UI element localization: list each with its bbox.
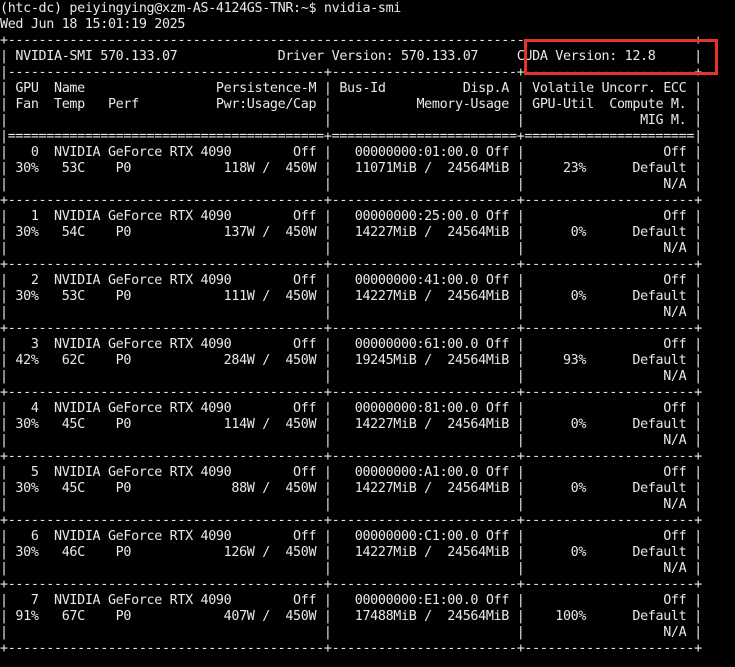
table-header-row: | Fan Temp Perf Pwr:Usage/Cap | Memory-U… [0, 97, 702, 112]
cuda-version-highlight-box [524, 39, 718, 75]
table-border: +---------------------------------------… [0, 513, 702, 528]
gpu-0-row-3: | | | N/A | [0, 177, 702, 192]
gpu-1-row-1: | 1 NVIDIA GeForce RTX 4090 Off | 000000… [0, 209, 702, 224]
table-header-separator: |=======================================… [0, 129, 702, 144]
gpu-3-row-2: | 42% 62C P0 284W / 450W | 19245MiB / 24… [0, 353, 702, 368]
gpu-7-row-3: | | | N/A | [0, 625, 702, 640]
gpu-2-row-2: | 30% 53C P0 111W / 450W | 14227MiB / 24… [0, 289, 702, 304]
gpu-7-row-1: | 7 NVIDIA GeForce RTX 4090 Off | 000000… [0, 593, 702, 608]
terminal-line-date: Wed Jun 18 15:01:19 2025 [0, 17, 186, 32]
table-border: +---------------------------------------… [0, 641, 702, 656]
table-border: +---------------------------------------… [0, 257, 702, 272]
table-header-row: | GPU Name Persistence-M | Bus-Id Disp.A… [0, 81, 702, 96]
gpu-5-row-1: | 5 NVIDIA GeForce RTX 4090 Off | 000000… [0, 465, 702, 480]
table-border: +---------------------------------------… [0, 193, 702, 208]
gpu-5-row-2: | 30% 45C P0 88W / 450W | 14227MiB / 245… [0, 481, 702, 496]
table-border: +---------------------------------------… [0, 449, 702, 464]
terminal-window[interactable]: (htc-dc) peiyingying@xzm-AS-4124GS-TNR:~… [0, 0, 735, 667]
gpu-3-row-3: | | | N/A | [0, 369, 702, 384]
gpu-1-row-2: | 30% 54C P0 137W / 450W | 14227MiB / 24… [0, 225, 702, 240]
gpu-7-row-2: | 91% 67C P0 407W / 450W | 17488MiB / 24… [0, 609, 702, 624]
gpu-4-row-3: | | | N/A | [0, 433, 702, 448]
gpu-2-row-3: | | | N/A | [0, 305, 702, 320]
table-border: +---------------------------------------… [0, 577, 702, 592]
gpu-4-row-2: | 30% 45C P0 114W / 450W | 14227MiB / 24… [0, 417, 702, 432]
gpu-2-row-1: | 2 NVIDIA GeForce RTX 4090 Off | 000000… [0, 273, 702, 288]
table-border: +---------------------------------------… [0, 385, 702, 400]
gpu-0-row-2: | 30% 53C P0 118W / 450W | 11071MiB / 24… [0, 161, 702, 176]
gpu-6-row-3: | | | N/A | [0, 561, 702, 576]
gpu-6-row-1: | 6 NVIDIA GeForce RTX 4090 Off | 000000… [0, 529, 702, 544]
terminal-line-prompt: (htc-dc) peiyingying@xzm-AS-4124GS-TNR:~… [0, 1, 402, 16]
gpu-0-row-1: | 0 NVIDIA GeForce RTX 4090 Off | 000000… [0, 145, 702, 160]
table-header-row: | | | MIG M. | [0, 113, 702, 128]
gpu-1-row-3: | | | N/A | [0, 241, 702, 256]
gpu-3-row-1: | 3 NVIDIA GeForce RTX 4090 Off | 000000… [0, 337, 702, 352]
gpu-6-row-2: | 30% 46C P0 126W / 450W | 14227MiB / 24… [0, 545, 702, 560]
gpu-5-row-3: | | | N/A | [0, 497, 702, 512]
table-border: +---------------------------------------… [0, 321, 702, 336]
gpu-4-row-1: | 4 NVIDIA GeForce RTX 4090 Off | 000000… [0, 401, 702, 416]
